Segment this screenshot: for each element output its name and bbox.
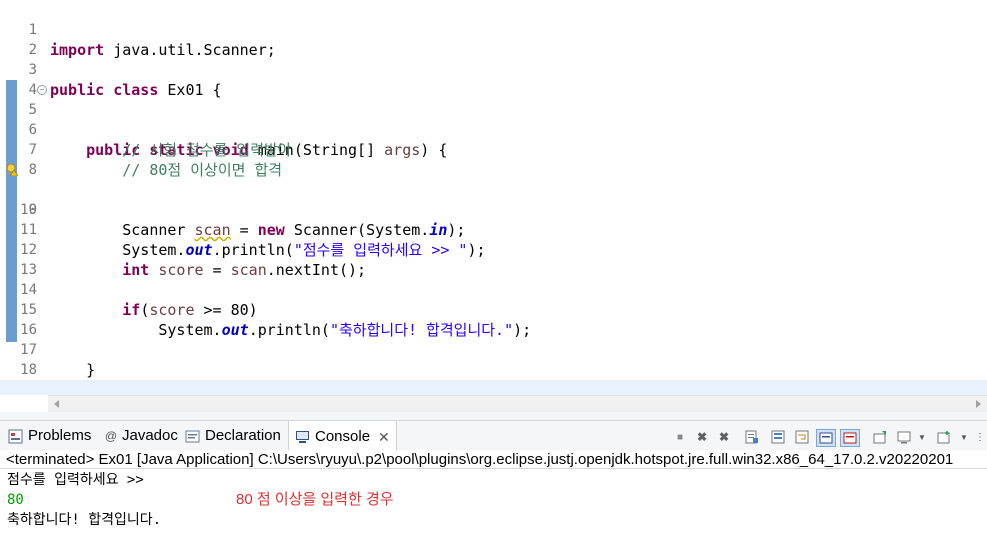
declaration-icon <box>185 429 200 444</box>
code-line-15[interactable]: 15 System.out.println("축하합니다! 합격입니다."); <box>0 280 987 339</box>
close-icon[interactable]: ✕ <box>378 422 390 452</box>
remove-launch-icon[interactable]: ✖ <box>694 429 710 445</box>
display-selected-console-icon[interactable] <box>896 429 912 445</box>
code-line-7[interactable]: 7 // 80점 이상이면 합격 <box>0 120 987 179</box>
code-line-13[interactable]: 13 <box>0 240 987 278</box>
code-line-12[interactable]: 12 int score = scan.nextInt(); <box>0 220 987 279</box>
tab-label: Console <box>315 427 371 445</box>
console-icon <box>295 429 310 444</box>
word-wrap-icon[interactable] <box>794 429 810 445</box>
console-view-tabbar: Problems @ Javadoc Declaration Console ✕… <box>0 420 987 452</box>
tab-problems[interactable]: Problems <box>8 421 91 451</box>
code-line-14[interactable]: 14 if(score >= 80) <box>0 260 987 319</box>
problems-icon <box>8 429 23 444</box>
code-line-11[interactable]: 11 System.out.println("점수를 입력하세요 >> "); <box>0 200 987 259</box>
open-console-icon[interactable] <box>936 429 952 445</box>
view-menu-icon[interactable]: ⋮ <box>972 429 987 445</box>
code-line-2[interactable]: 2 <box>0 20 987 58</box>
show-on-stdout-icon[interactable] <box>816 429 836 447</box>
scroll-lock-icon[interactable] <box>770 429 786 445</box>
code-line-19[interactable]: 19 } <box>0 360 987 395</box>
code-line-3[interactable]: 3 public class Ex01 { <box>0 40 987 99</box>
at-sign-icon: @ <box>104 429 118 443</box>
code-line-16[interactable]: 16 <box>0 300 987 338</box>
code-line-18[interactable]: 18 <box>0 340 987 378</box>
console-process-label: <terminated> Ex01 [Java Application] C:\… <box>0 450 987 469</box>
tab-console[interactable]: Console ✕ <box>288 421 397 452</box>
tab-javadoc[interactable]: @ Javadoc <box>105 421 178 451</box>
code-line-6[interactable]: 6 // 시험 점수를 입력받아 <box>0 100 987 159</box>
code-line-8[interactable]: 8 <box>0 140 987 178</box>
code-editor[interactable]: 1 import java.util.Scanner; 2 3 public c… <box>0 0 987 395</box>
warning-lightbulb-icon[interactable] <box>6 163 18 176</box>
code-line-20[interactable]: 20 <box>0 380 987 395</box>
code-line-5[interactable]: 5 − public static void main(String[] arg… <box>0 80 987 159</box>
tab-label: Problems <box>28 427 92 444</box>
remove-all-terminated-icon[interactable]: ✖ <box>716 429 732 445</box>
clear-console-icon[interactable] <box>744 429 760 445</box>
code-line-1[interactable]: 1 import java.util.Scanner; <box>0 0 987 59</box>
chevron-down-icon[interactable]: ▼ <box>914 429 930 445</box>
view-separator <box>0 412 987 420</box>
show-on-stderr-icon[interactable] <box>840 429 860 447</box>
scroll-right-arrow-icon[interactable] <box>976 400 981 408</box>
horizontal-scrollbar[interactable] <box>48 395 987 413</box>
tab-label: Javadoc <box>122 427 178 444</box>
code-line-9[interactable]: 9 Scanner scan = new Scanner(System.in); <box>0 160 987 239</box>
fold-collapse-icon[interactable]: − <box>37 85 47 95</box>
tab-label: Declaration <box>205 427 281 444</box>
tab-declaration[interactable]: Declaration <box>185 421 281 451</box>
code-line-4[interactable]: 4 <box>0 60 987 98</box>
console-output[interactable]: <terminated> Ex01 [Java Application] C:\… <box>0 450 987 550</box>
console-input-line: 80 <box>7 492 24 508</box>
code-line-10[interactable]: 10 <box>0 180 987 218</box>
scroll-left-arrow-icon[interactable] <box>54 400 59 408</box>
terminate-icon[interactable]: ■ <box>672 429 688 445</box>
pin-console-icon[interactable] <box>872 429 888 445</box>
annotation-text: 80 점 이상을 입력한 경우 <box>236 491 394 508</box>
code-line-17[interactable]: 17 } <box>0 320 987 379</box>
console-output-line: 점수를 입력하세요 >> <box>7 472 144 488</box>
chevron-down-icon[interactable]: ▼ <box>956 429 972 445</box>
console-output-line: 축하합니다! 합격입니다. <box>7 512 162 528</box>
